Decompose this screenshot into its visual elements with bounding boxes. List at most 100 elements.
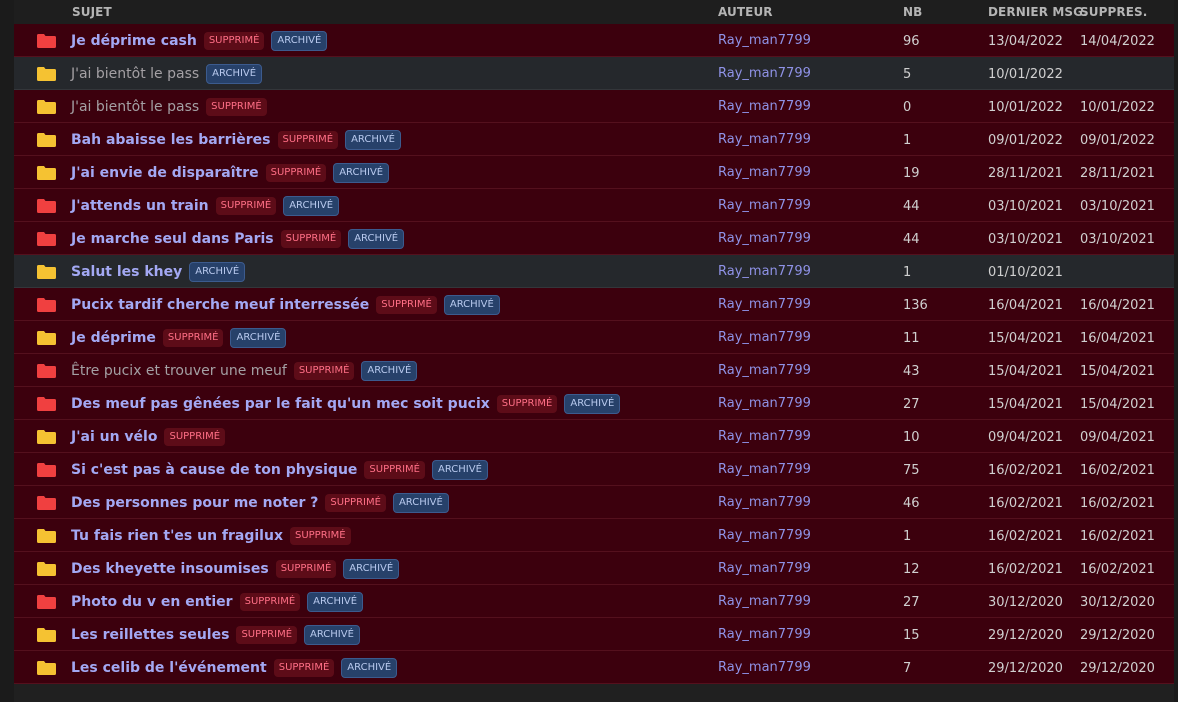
topic-title-link[interactable]: Bah abaisse les barrières xyxy=(71,132,271,148)
topic-title-link[interactable]: Salut les khey xyxy=(71,264,182,280)
topic-title-link[interactable]: J'ai bientôt le pass xyxy=(71,66,199,82)
header-nb[interactable]: NB xyxy=(903,5,922,19)
archived-badge: ARCHIVÉ xyxy=(304,624,360,645)
last-message-date: 03/10/2021 xyxy=(988,199,1063,214)
author-link[interactable]: Ray_man7799 xyxy=(718,165,811,180)
table-row[interactable]: Je déprime cash SUPPRIMÉ ARCHIVÉ Ray_man779… xyxy=(14,24,1174,57)
topic-title-link[interactable]: Être pucix et trouver une meuf xyxy=(71,363,287,379)
topic-title-link[interactable]: J'ai un vélo xyxy=(71,429,157,445)
table-row[interactable]: Si c'est pas à cause de ton physique SUPP… xyxy=(14,453,1174,486)
deleted-date: 14/04/2022 xyxy=(1080,34,1155,49)
topic-title-link[interactable]: J'ai bientôt le pass xyxy=(71,99,199,115)
author-link[interactable]: Ray_man7799 xyxy=(718,231,811,246)
table-row[interactable]: Des personnes pour me noter ? SUPPRIMÉ ARC… xyxy=(14,486,1174,519)
table-row[interactable]: Photo du v en entier SUPPRIMÉ ARCHIVÉ Ray_m… xyxy=(14,585,1174,618)
author-link[interactable]: Ray_man7799 xyxy=(718,330,811,345)
author-link[interactable]: Ray_man7799 xyxy=(718,594,811,609)
author-link[interactable]: Ray_man7799 xyxy=(718,33,811,48)
topic-title-link[interactable]: Les reillettes seules xyxy=(71,627,229,643)
author-link[interactable]: Ray_man7799 xyxy=(718,495,811,510)
message-count: 19 xyxy=(903,166,920,181)
message-count: 10 xyxy=(903,430,920,445)
topic-title-link[interactable]: Si c'est pas à cause de ton physique xyxy=(71,462,357,478)
deleted-badge: SUPPRIMÉ xyxy=(206,97,267,116)
folder-icon xyxy=(37,463,56,477)
author-link[interactable]: Ray_man7799 xyxy=(718,528,811,543)
topic-title-link[interactable]: Les celib de l'événement xyxy=(71,660,267,676)
table-row[interactable]: Tu fais rien t'es un fragilux SUPPRIMÉ Ray… xyxy=(14,519,1174,552)
author-link[interactable]: Ray_man7799 xyxy=(718,561,811,576)
table-row[interactable]: Pucix tardif cherche meuf interressée SUP… xyxy=(14,288,1174,321)
table-row[interactable]: J'ai un vélo SUPPRIMÉ Ray_man7799 10 09/04/2… xyxy=(14,420,1174,453)
author-link[interactable]: Ray_man7799 xyxy=(718,363,811,378)
topic-title-link[interactable]: Je déprime cash xyxy=(71,33,197,49)
table-row[interactable]: Bah abaisse les barrières SUPPRIMÉ ARCHIVÉ… xyxy=(14,123,1174,156)
last-message-date: 15/04/2021 xyxy=(988,397,1063,412)
author-link[interactable]: Ray_man7799 xyxy=(718,660,811,675)
table-row[interactable]: Je déprime SUPPRIMÉ ARCHIVÉ Ray_man7799 11 15… xyxy=(14,321,1174,354)
deleted-badge: SUPPRIMÉ xyxy=(273,658,335,677)
topic-title-link[interactable]: Photo du v en entier xyxy=(71,594,233,610)
folder-icon xyxy=(37,430,56,444)
deleted-badge: SUPPRIMÉ xyxy=(215,196,277,215)
deleted-date: 16/02/2021 xyxy=(1080,562,1155,577)
header-author[interactable]: AUTEUR xyxy=(718,5,773,19)
author-link[interactable]: Ray_man7799 xyxy=(718,99,811,114)
table-row[interactable]: Être pucix et trouver une meuf SUPPRIMÉ AR… xyxy=(14,354,1174,387)
author-link[interactable]: Ray_man7799 xyxy=(718,132,811,147)
table-row[interactable]: Des meuf pas gênées par le fait qu'un me… xyxy=(14,387,1174,420)
header-deleted-date[interactable]: SUPPRES. xyxy=(1080,5,1147,19)
author-link[interactable]: Ray_man7799 xyxy=(718,429,811,444)
message-count: 44 xyxy=(903,232,920,247)
author-link[interactable]: Ray_man7799 xyxy=(718,66,811,81)
archived-badge: ARCHIVÉ xyxy=(361,360,418,381)
table-row[interactable]: Les reillettes seules SUPPRIMÉ ARCHIVÉ Ray_… xyxy=(14,618,1174,651)
table-row[interactable]: Les celib de l'événement SUPPRIMÉ ARCHIVÉ R… xyxy=(14,651,1174,684)
topic-title-link[interactable]: Pucix tardif cherche meuf interressée xyxy=(71,297,369,313)
message-count: 1 xyxy=(903,265,912,280)
folder-icon xyxy=(37,265,56,279)
topic-title-link[interactable]: Des meuf pas gênées par le fait qu'un me… xyxy=(71,396,490,412)
topic-subject: J'attends un train SUPPRIMÉ ARCHIVÉ xyxy=(71,189,340,222)
message-count: 7 xyxy=(903,661,912,676)
last-message-date: 10/01/2022 xyxy=(988,67,1063,82)
topic-subject: J'ai un vélo SUPPRIMÉ xyxy=(71,420,226,453)
table-row[interactable]: Des kheyette insoumises SUPPRIMÉ ARCHIVÉ Ra… xyxy=(14,552,1174,585)
author-link[interactable]: Ray_man7799 xyxy=(718,198,811,213)
last-message-date: 10/01/2022 xyxy=(988,100,1063,115)
author-link[interactable]: Ray_man7799 xyxy=(718,297,811,312)
topic-subject: J'ai bientôt le pass SUPPRIMÉ xyxy=(71,90,267,123)
table-row[interactable]: Je marche seul dans Paris SUPPRIMÉ ARCHIVÉ… xyxy=(14,222,1174,255)
topic-title-link[interactable]: J'attends un train xyxy=(71,198,209,214)
last-message-date: 01/10/2021 xyxy=(988,265,1063,280)
table-row[interactable]: Salut les khey ARCHIVÉ Ray_man7799 1 01/10/2… xyxy=(14,255,1174,288)
table-row[interactable]: J'ai bientôt le pass ARCHIVÉ Ray_man7799 5 1… xyxy=(14,57,1174,90)
table-row[interactable]: J'attends un train SUPPRIMÉ ARCHIVÉ Ray_man… xyxy=(14,189,1174,222)
topic-title-link[interactable]: Tu fais rien t'es un fragilux xyxy=(71,528,283,544)
topic-title-link[interactable]: Je marche seul dans Paris xyxy=(71,231,274,247)
archived-badge: ARCHIVÉ xyxy=(206,63,263,84)
topic-title-link[interactable]: Des kheyette insoumises xyxy=(71,561,269,577)
deleted-date: 28/11/2021 xyxy=(1080,166,1155,181)
message-count: 43 xyxy=(903,364,920,379)
last-message-date: 16/02/2021 xyxy=(988,496,1063,511)
folder-icon xyxy=(37,529,56,543)
author-link[interactable]: Ray_man7799 xyxy=(718,627,811,642)
topic-title-link[interactable]: Je déprime xyxy=(71,330,156,346)
topic-subject: Je déprime SUPPRIMÉ ARCHIVÉ xyxy=(71,321,287,354)
author-link[interactable]: Ray_man7799 xyxy=(718,396,811,411)
table-row[interactable]: J'ai bientôt le pass SUPPRIMÉ Ray_man7799 0… xyxy=(14,90,1174,123)
message-count: 136 xyxy=(903,298,928,313)
table-row[interactable]: J'ai envie de disparaître SUPPRIMÉ ARCHIVÉ… xyxy=(14,156,1174,189)
header-last-message[interactable]: DERNIER MSG. xyxy=(988,5,1088,19)
header-subject[interactable]: SUJET xyxy=(72,5,112,19)
author-link[interactable]: Ray_man7799 xyxy=(718,462,811,477)
archived-badge: ARCHIVÉ xyxy=(564,393,621,414)
author-link[interactable]: Ray_man7799 xyxy=(718,264,811,279)
topic-title-link[interactable]: Des personnes pour me noter ? xyxy=(71,495,318,511)
folder-icon xyxy=(37,595,56,609)
deleted-badge: SUPPRIMÉ xyxy=(162,328,224,347)
folder-icon xyxy=(37,67,56,81)
topic-title-link[interactable]: J'ai envie de disparaître xyxy=(71,165,259,181)
message-count: 1 xyxy=(903,133,912,148)
